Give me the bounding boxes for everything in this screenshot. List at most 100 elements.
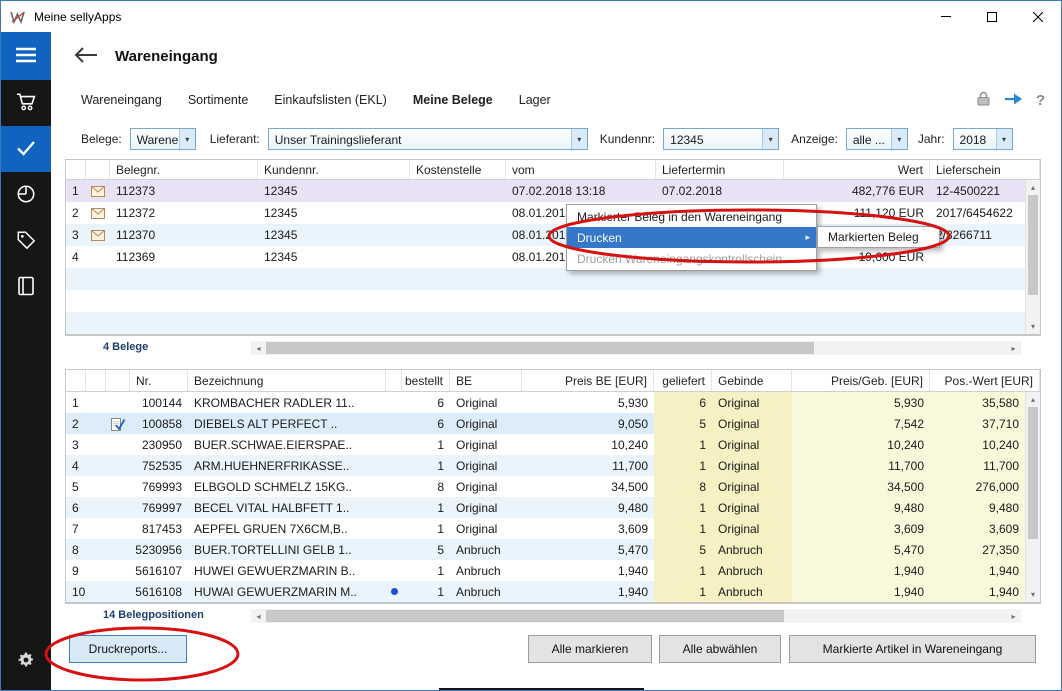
scrollbar-thumb[interactable] xyxy=(1028,407,1038,539)
position-row[interactable]: 6769997BECEL VITAL HALBFETT 1..1Original… xyxy=(66,497,1025,518)
window-title: Meine sellyApps xyxy=(34,10,121,24)
belege-dropdown[interactable]: Warenein... ▾ xyxy=(130,128,196,150)
column-header[interactable]: Pos.-Wert [EUR] xyxy=(930,370,1040,391)
lieferant-value: Unser Trainingslieferant xyxy=(269,129,571,149)
documents-table-header: Belegnr.Kundennr.KostenstellevomLieferte… xyxy=(66,160,1040,180)
position-row[interactable]: 4752535ARM.HUEHNERFRIKASSE..1Original11,… xyxy=(66,455,1025,476)
position-row[interactable]: 95616107HUWEI GEWUERZMARIN B..1Anbruch1,… xyxy=(66,560,1025,581)
menu-item-markierter-beleg[interactable]: Markierter Beleg in den Wareneingang xyxy=(567,206,816,227)
scroll-left-icon[interactable]: ◂ xyxy=(251,344,266,353)
documents-horizontal-scrollbar[interactable]: ◂ ▸ xyxy=(251,341,1021,355)
scroll-down-icon[interactable]: ▾ xyxy=(1026,587,1040,602)
sidebar-item-statistics[interactable] xyxy=(1,172,51,218)
column-header[interactable]: vom xyxy=(506,160,656,179)
scroll-down-icon[interactable]: ▾ xyxy=(1026,319,1040,334)
scrollbar-thumb[interactable] xyxy=(266,610,784,622)
close-button[interactable] xyxy=(1015,1,1061,32)
tab-wareneingang[interactable]: Wareneingang xyxy=(81,93,162,107)
positions-vertical-scrollbar[interactable]: ▴ ▾ xyxy=(1025,392,1040,602)
column-header[interactable] xyxy=(386,370,402,391)
gear-icon xyxy=(17,651,35,672)
cell-gebinde: Original xyxy=(712,518,792,539)
sidebar-item-settings[interactable] xyxy=(1,638,51,684)
position-row[interactable]: 2100858DIEBELS ALT PERFECT ..6Original9,… xyxy=(66,413,1025,434)
alle-abwaehlen-button[interactable]: Alle abwählen xyxy=(659,635,781,663)
positions-count: 14 Belegpositionen xyxy=(103,609,204,621)
edited-doc-icon xyxy=(106,476,130,497)
column-header[interactable]: Liefertermin xyxy=(656,160,784,179)
column-header[interactable]: Kundennr. xyxy=(258,160,410,179)
column-header[interactable]: Belegnr. xyxy=(110,160,258,179)
anzeige-dropdown[interactable]: alle ... ▾ xyxy=(846,128,908,150)
column-header[interactable] xyxy=(106,370,130,391)
position-row[interactable]: 5769993ELBGOLD SCHMELZ 15KG..8Original34… xyxy=(66,476,1025,497)
sidebar-item-cart[interactable] xyxy=(1,80,51,126)
jahr-dropdown[interactable]: 2018 ▾ xyxy=(953,128,1013,150)
maximize-button[interactable] xyxy=(969,1,1015,32)
sidebar-menu-button[interactable] xyxy=(1,32,51,80)
cell-preis-be: 11,700 xyxy=(522,455,654,476)
scroll-left-icon[interactable]: ◂ xyxy=(251,612,266,621)
scrollbar-thumb[interactable] xyxy=(1028,195,1038,295)
sidebar-item-journal[interactable] xyxy=(1,264,51,310)
column-header[interactable]: Kostenstelle xyxy=(410,160,506,179)
tab-einkaufslisten[interactable]: Einkaufslisten (EKL) xyxy=(274,93,387,107)
cell-preis-be: 9,050 xyxy=(522,413,654,434)
scrollbar-thumb[interactable] xyxy=(266,342,814,354)
lieferant-dropdown[interactable]: Unser Trainingslieferant ▾ xyxy=(268,128,588,150)
scroll-right-icon[interactable]: ▸ xyxy=(1006,612,1021,621)
column-header[interactable]: bestellt xyxy=(402,370,450,391)
column-header[interactable]: Preis/Geb. [EUR] xyxy=(792,370,930,391)
column-header[interactable]: BE xyxy=(450,370,522,391)
document-row[interactable]: 11123731234507.02.2018 13:1807.02.201848… xyxy=(66,180,1025,202)
menu-item-drucken[interactable]: Drucken ▸ xyxy=(567,227,816,248)
column-header[interactable] xyxy=(86,160,110,179)
positions-horizontal-scrollbar[interactable]: ◂ ▸ xyxy=(251,609,1021,623)
column-header[interactable]: Gebinde xyxy=(712,370,792,391)
cell-bezeichnung: BUER.TORTELLINI GELB 1.. xyxy=(188,539,386,560)
position-row[interactable]: 105616108HUWAI GEWUERZMARIN M..1Anbruch1… xyxy=(66,581,1025,602)
select-cell xyxy=(86,518,106,539)
back-button[interactable] xyxy=(73,46,99,67)
cell-preis-be: 9,480 xyxy=(522,497,654,518)
scroll-up-icon[interactable]: ▴ xyxy=(1026,180,1040,195)
help-icon[interactable]: ? xyxy=(1036,92,1045,109)
position-row[interactable]: 85230956BUER.TORTELLINI GELB 1..5Anbruch… xyxy=(66,539,1025,560)
document-row[interactable]: 21123721234508.01.2018111,120 EUR2017/64… xyxy=(66,202,1025,224)
cell-geliefert: 1 xyxy=(654,497,712,518)
alle-markieren-button[interactable]: Alle markieren xyxy=(528,635,652,663)
column-header[interactable]: Bezeichnung xyxy=(188,370,386,391)
scroll-up-icon[interactable]: ▴ xyxy=(1026,392,1040,407)
scroll-right-icon[interactable]: ▸ xyxy=(1006,344,1021,353)
column-header[interactable]: Preis BE [EUR] xyxy=(522,370,654,391)
lock-icon[interactable] xyxy=(977,91,990,109)
positions-status-row: 14 Belegpositionen ◂ ▸ xyxy=(65,603,1041,627)
markierte-artikel-button[interactable]: Markierte Artikel in Wareneingang xyxy=(789,635,1036,663)
position-row[interactable]: 7817453AEPFEL GRUEN 7X6CM,B..1Original3,… xyxy=(66,518,1025,539)
column-header[interactable]: Wert xyxy=(784,160,930,179)
column-header[interactable]: Nr. xyxy=(130,370,188,391)
column-header[interactable] xyxy=(86,370,106,391)
context-submenu: Markierten Beleg xyxy=(817,226,940,248)
menu-item-kontrollschein[interactable]: Drucken Wareneingangskontrollschein xyxy=(567,248,816,269)
submenu-item-markierten-beleg[interactable]: Markierten Beleg xyxy=(818,227,939,247)
chevron-down-icon: ▾ xyxy=(179,129,195,149)
column-header[interactable] xyxy=(66,160,86,179)
tab-lager[interactable]: Lager xyxy=(519,93,551,107)
druckreports-button[interactable]: Druckreports... xyxy=(69,635,187,663)
tab-bar: Wareneingang Sortimente Einkaufslisten (… xyxy=(51,81,1061,119)
sidebar-item-tasks[interactable] xyxy=(1,126,51,172)
column-header[interactable]: Lieferschein xyxy=(930,160,1040,179)
position-row[interactable]: 1100144KROMBACHER RADLER 11..6Original5,… xyxy=(66,392,1025,413)
column-header[interactable] xyxy=(66,370,86,391)
column-header[interactable]: geliefert xyxy=(654,370,712,391)
position-row[interactable]: 3230950BUER.SCHWAE.EIERSPAE..1Original10… xyxy=(66,434,1025,455)
sidebar-item-labels[interactable] xyxy=(1,218,51,264)
tab-sortimente[interactable]: Sortimente xyxy=(188,93,248,107)
kundennr-dropdown[interactable]: 12345 ▾ xyxy=(663,128,779,150)
forward-arrow-icon[interactable] xyxy=(1003,92,1023,109)
documents-vertical-scrollbar[interactable]: ▴ ▾ xyxy=(1025,180,1040,334)
minimize-button[interactable] xyxy=(923,1,969,32)
tab-meine-belege[interactable]: Meine Belege xyxy=(413,93,493,107)
document-row[interactable]: 41123691234508.01.201819,600 EUR xyxy=(66,246,1025,268)
